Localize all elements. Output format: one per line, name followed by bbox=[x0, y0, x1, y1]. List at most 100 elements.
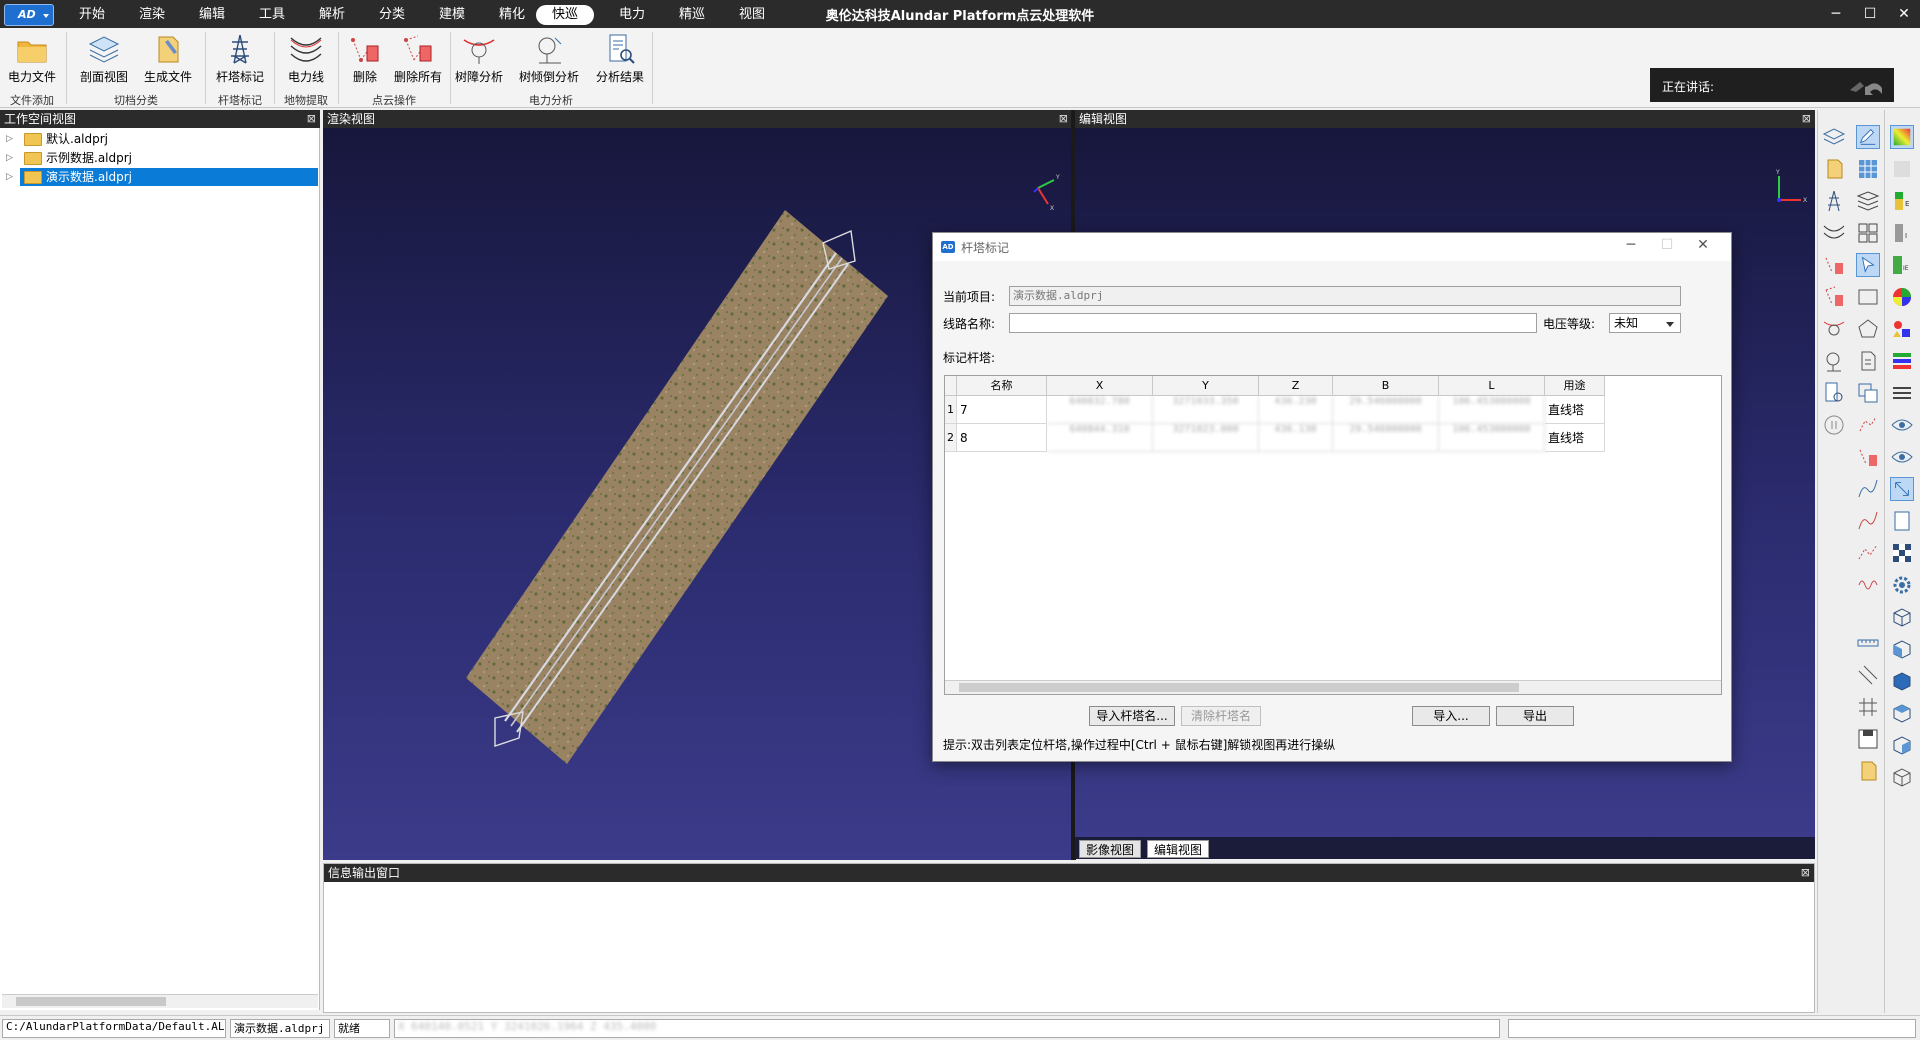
intensity-bar-icon[interactable]: I bbox=[1890, 221, 1914, 245]
rainbow-layers-icon[interactable] bbox=[1890, 349, 1914, 373]
file-pen-icon[interactable] bbox=[1856, 759, 1880, 783]
pause-circle-icon[interactable] bbox=[1822, 413, 1846, 437]
tree-fall-button[interactable]: 树倾倒分析 bbox=[516, 32, 582, 90]
menu-item[interactable]: 渲染 bbox=[132, 5, 172, 25]
report-search-icon[interactable] bbox=[1822, 381, 1846, 405]
tree-obstacle-button[interactable]: 树障分析 bbox=[454, 32, 504, 90]
column-header[interactable]: Y bbox=[1153, 376, 1259, 396]
cube-wire-icon[interactable] bbox=[1890, 765, 1914, 789]
ruler-icon[interactable] bbox=[1856, 631, 1880, 655]
table-cell[interactable]: 29.546000000 bbox=[1333, 396, 1439, 424]
curve-icon[interactable] bbox=[1856, 477, 1880, 501]
table-cell[interactable]: 640832.780 bbox=[1047, 396, 1153, 424]
cube-top-icon[interactable] bbox=[1890, 701, 1914, 725]
minimize-icon[interactable]: ─ bbox=[1617, 237, 1645, 257]
elevation-color-icon[interactable] bbox=[1890, 125, 1914, 149]
menu-item[interactable]: 工具 bbox=[252, 5, 292, 25]
maximize-icon[interactable]: ☐ bbox=[1653, 237, 1681, 257]
close-panel-icon[interactable]: ⊠ bbox=[1801, 864, 1810, 882]
stack-lines-icon[interactable] bbox=[1890, 381, 1914, 405]
column-header[interactable]: 用途 bbox=[1545, 376, 1605, 396]
rect-select-icon[interactable] bbox=[1856, 285, 1880, 309]
column-header[interactable]: L bbox=[1439, 376, 1545, 396]
delete-button[interactable]: 删除 bbox=[342, 32, 388, 90]
close-icon[interactable]: ✕ bbox=[1689, 237, 1717, 257]
color-wheel-icon[interactable] bbox=[1890, 285, 1914, 309]
menu-item[interactable]: 开始 bbox=[72, 5, 112, 25]
gray-color-icon[interactable] bbox=[1890, 157, 1914, 181]
table-cell[interactable]: 436.130 bbox=[1259, 424, 1333, 452]
delete-points-icon[interactable] bbox=[1822, 253, 1846, 277]
tree-item[interactable]: ▷ 演示数据.aldprj bbox=[6, 168, 318, 186]
file-pen-icon[interactable] bbox=[1822, 157, 1846, 181]
point-select-icon[interactable] bbox=[1856, 253, 1880, 277]
clear-names-button[interactable]: 清除杆塔名 bbox=[1181, 706, 1261, 726]
red-curve-icon[interactable] bbox=[1856, 509, 1880, 533]
tree-obstacle-icon[interactable] bbox=[1822, 317, 1846, 341]
import-button[interactable]: 导入... bbox=[1412, 706, 1490, 726]
tiles-icon[interactable] bbox=[1856, 221, 1880, 245]
grid-select-icon[interactable] bbox=[1856, 157, 1880, 181]
gear-icon[interactable] bbox=[1890, 573, 1914, 597]
expand-arrow-icon[interactable]: ▷ bbox=[6, 130, 13, 148]
undo-icon[interactable] bbox=[1846, 76, 1886, 96]
delete-all-button[interactable]: 删除所有 bbox=[390, 32, 446, 90]
table-cell[interactable]: 3271023.000 bbox=[1153, 424, 1259, 452]
tab-image-view[interactable]: 影像视图 bbox=[1079, 840, 1142, 858]
horizontal-scrollbar[interactable] bbox=[2, 994, 318, 1008]
section-view-button[interactable]: 剖面视图 bbox=[74, 32, 134, 90]
column-header[interactable]: Z bbox=[1259, 376, 1333, 396]
tree-item[interactable]: ▷ 示例数据.aldprj bbox=[0, 149, 318, 167]
tower-table[interactable]: 名称 X Y Z B L 用途 1 7 640832.780 3271033.350 436.230… bbox=[944, 375, 1722, 695]
table-cell[interactable]: 29.546000000 bbox=[1333, 424, 1439, 452]
page-icon[interactable] bbox=[1890, 509, 1914, 533]
menu-item[interactable]: 精化 bbox=[492, 5, 532, 25]
polygon-select-icon[interactable] bbox=[1856, 317, 1880, 341]
menu-item[interactable]: 快巡 bbox=[536, 5, 594, 25]
tree-item[interactable]: ▷ 默认.aldprj bbox=[0, 130, 318, 148]
table-cell[interactable]: 640844.310 bbox=[1047, 424, 1153, 452]
save-icon[interactable] bbox=[1856, 727, 1880, 751]
table-cell[interactable]: 3271033.350 bbox=[1153, 396, 1259, 424]
document-icon[interactable] bbox=[1856, 349, 1880, 373]
column-header[interactable]: 名称 bbox=[957, 376, 1047, 396]
close-panel-icon[interactable]: ⊠ bbox=[307, 110, 316, 128]
delete-all-points-icon[interactable] bbox=[1822, 285, 1846, 309]
scrollbar-thumb[interactable] bbox=[16, 997, 166, 1006]
menu-item[interactable]: 编辑 bbox=[192, 5, 232, 25]
menu-item[interactable]: 分类 bbox=[372, 5, 412, 25]
grid-icon[interactable] bbox=[1856, 695, 1880, 719]
analysis-result-button[interactable]: 分析结果 bbox=[592, 32, 648, 90]
power-file-button[interactable]: 电力文件 bbox=[4, 32, 60, 90]
menu-item[interactable]: 视图 bbox=[732, 5, 772, 25]
tower-icon[interactable] bbox=[1822, 189, 1846, 213]
maximize-icon[interactable]: ☐ bbox=[1856, 3, 1884, 25]
copy-icon[interactable] bbox=[1856, 381, 1880, 405]
table-cell[interactable]: 7 bbox=[957, 396, 1047, 424]
table-cell[interactable]: 8 bbox=[957, 424, 1047, 452]
menu-item[interactable]: 电力 bbox=[612, 5, 652, 25]
expand-arrow-icon[interactable]: ▷ bbox=[6, 168, 13, 186]
red-points-icon[interactable] bbox=[1856, 413, 1880, 437]
classify-shapes-icon[interactable] bbox=[1890, 317, 1914, 341]
minimize-icon[interactable]: ─ bbox=[1822, 3, 1850, 25]
eye-icon[interactable] bbox=[1890, 413, 1914, 437]
elevation-bar-icon[interactable]: E bbox=[1890, 189, 1914, 213]
app-menu-button[interactable]: AD bbox=[4, 4, 54, 26]
column-header[interactable]: B bbox=[1333, 376, 1439, 396]
horizontal-scrollbar[interactable] bbox=[945, 680, 1721, 694]
gen-file-button[interactable]: 生成文件 bbox=[138, 32, 198, 90]
scrollbar-thumb[interactable] bbox=[959, 683, 1519, 692]
export-button[interactable]: 导出 bbox=[1496, 706, 1574, 726]
resize-icon[interactable] bbox=[1890, 477, 1914, 501]
checkerboard-icon[interactable] bbox=[1890, 541, 1914, 565]
table-cell[interactable]: 直线塔 bbox=[1545, 424, 1605, 452]
tree-fall-icon[interactable] bbox=[1822, 349, 1846, 373]
table-cell[interactable]: 106.453000000 bbox=[1439, 424, 1545, 452]
menu-item[interactable]: 精巡 bbox=[672, 5, 712, 25]
close-panel-icon[interactable]: ⊠ bbox=[1802, 110, 1811, 128]
cube-icon[interactable] bbox=[1890, 605, 1914, 629]
menu-item[interactable]: 建模 bbox=[432, 5, 472, 25]
eye-icon[interactable] bbox=[1890, 445, 1914, 469]
voltage-select[interactable]: 未知 bbox=[1609, 313, 1681, 333]
